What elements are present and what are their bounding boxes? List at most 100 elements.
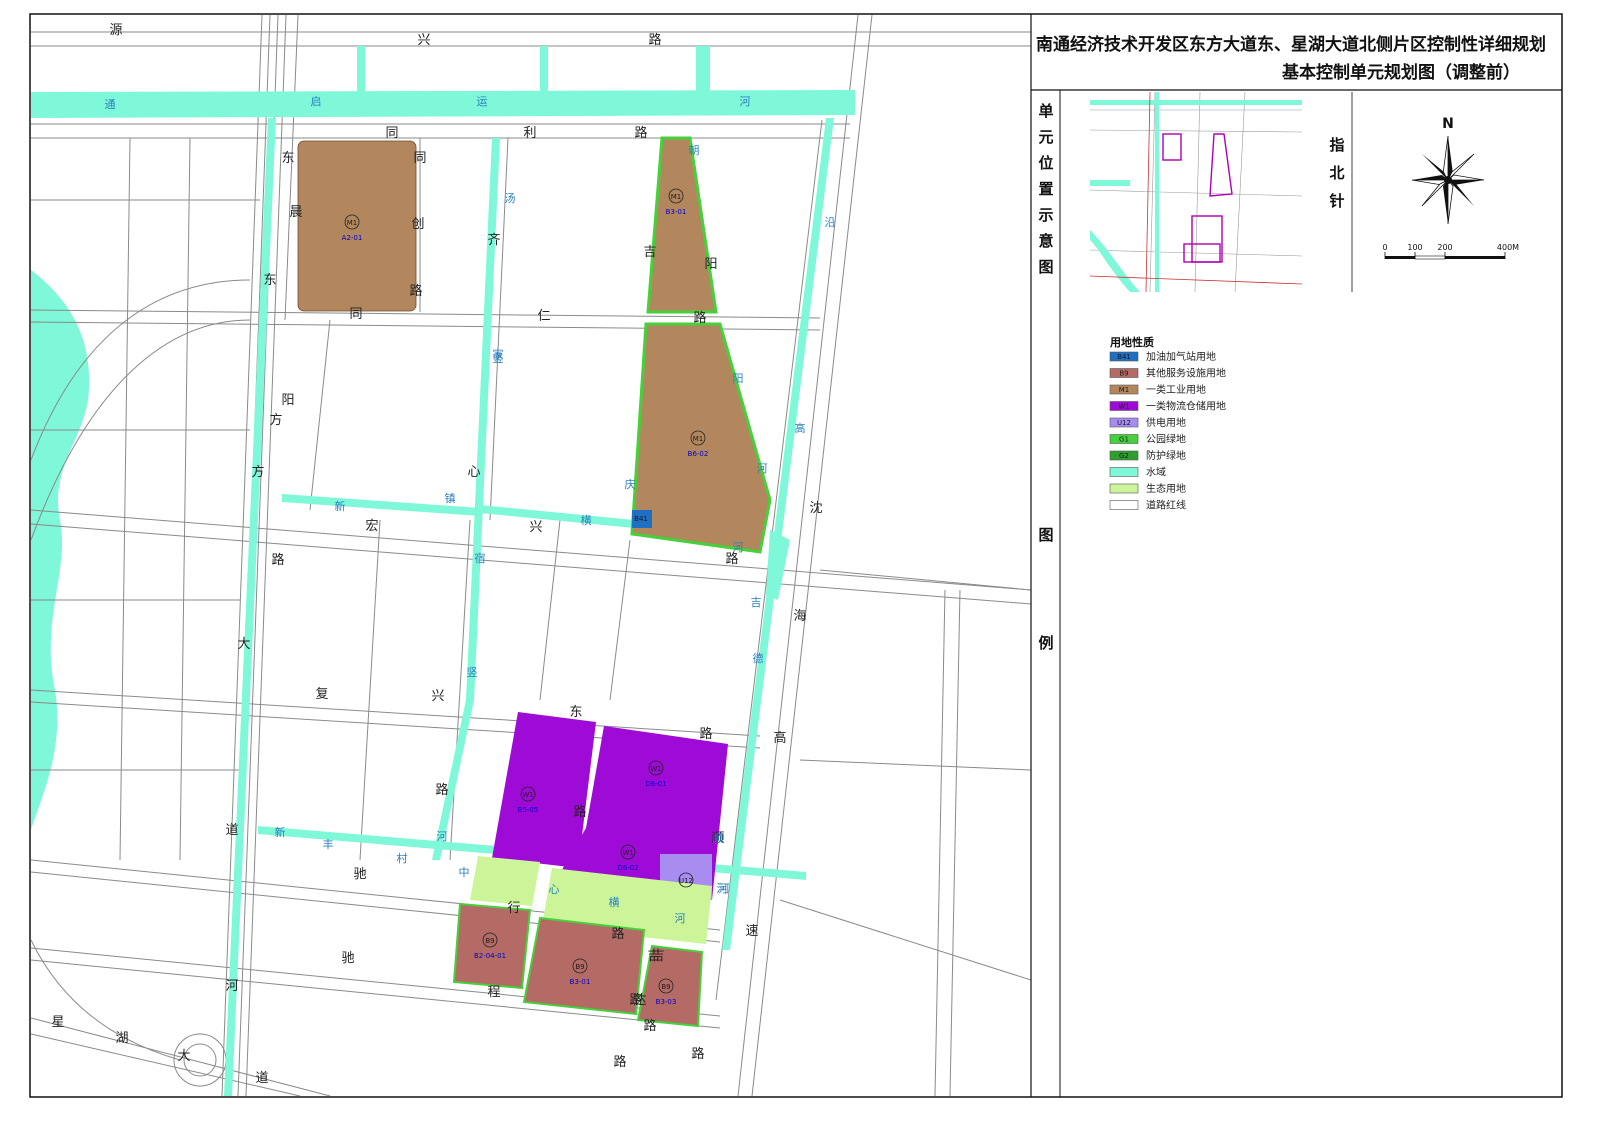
road-label-char: 路: [691, 1046, 704, 1062]
road-label-char: 仁: [537, 309, 550, 324]
river-label-char: 新: [335, 499, 346, 513]
road-label-char: 晨: [289, 205, 302, 220]
legend-item-label: 道路红线: [1146, 499, 1186, 512]
river-label-char: 沿: [825, 216, 836, 229]
road-label-char: 路: [409, 283, 422, 299]
plot-code: M1: [671, 193, 682, 201]
river-label-char: 镇: [445, 491, 456, 505]
river-label-char: 河: [757, 462, 768, 475]
road-label-char: 路: [699, 726, 712, 742]
road-label-char: 东: [569, 705, 582, 720]
road-label-char: 湖: [115, 1031, 128, 1046]
road-label-char: 齐: [487, 232, 500, 248]
location-label-char: 元: [1038, 128, 1053, 146]
road-label-char: 方: [251, 464, 264, 480]
compass-label-char: 北: [1329, 164, 1344, 182]
road-label-char: 道: [255, 1071, 268, 1086]
map-title: 南通经济技术开发区东方大道东、星湖大道北侧片区控制性详细规划: [1036, 34, 1546, 55]
legend-item-label: 一类工业用地: [1146, 383, 1206, 396]
road-label-char: 大: [177, 1049, 190, 1064]
road-label-char: 路: [634, 125, 647, 141]
road-label-char: 海: [793, 609, 806, 624]
road-label-char: 方: [269, 412, 282, 428]
river-label-char: 河: [675, 912, 686, 925]
river-label-char: 横: [609, 895, 620, 909]
river-label-char: 启: [311, 95, 322, 108]
plot-code: U12: [679, 877, 693, 885]
road-label-char: 路: [643, 1018, 656, 1034]
legend-swatch: [1109, 483, 1139, 494]
river-label-char: 庆: [625, 477, 636, 491]
river-label-char: 宿: [475, 551, 486, 565]
plot-code: B9: [485, 937, 494, 945]
plot-code: W1: [522, 791, 533, 799]
road-label-char: 阳: [281, 393, 294, 408]
legend-item-label: 水域: [1146, 466, 1166, 479]
road-label-char: 同: [385, 126, 398, 141]
legend-title: 用地性质: [1110, 335, 1154, 349]
legend-label-char: 图: [1038, 526, 1053, 544]
road-label-char: 沈: [809, 501, 822, 516]
road-label-char: 心: [467, 465, 480, 480]
location-label-char: 单: [1038, 102, 1053, 120]
locator-inset: [1089, 91, 1303, 293]
location-label-char: 置: [1038, 180, 1053, 198]
legend-item-label: 加油加气站用地: [1146, 350, 1216, 363]
river-label-char: 高: [795, 421, 806, 435]
plot-id: B5-05: [518, 806, 539, 814]
plot-id: A2-01: [342, 234, 363, 242]
road-label-char: 星: [51, 1015, 64, 1030]
river-label-char: 朝: [689, 144, 700, 157]
road-label-char: 利: [523, 126, 536, 141]
road-label-char: 程: [487, 985, 500, 1000]
river-label-char: 河: [733, 541, 744, 554]
road-label-char: 同: [349, 307, 362, 322]
road-label-char: 大: [237, 637, 250, 652]
legend-swatch-code: U12: [1117, 419, 1131, 427]
river-label-char: 吉: [751, 596, 762, 609]
plot-id: B2-04-01: [474, 952, 506, 960]
legend-item-label: 防护绿地: [1146, 449, 1186, 462]
river-label-char: 德: [753, 651, 764, 665]
map-subtitle: 基本控制单元规划图（调整前）: [1281, 62, 1520, 83]
road-label-char: 吉: [651, 949, 664, 964]
compass-label: 指北针: [1329, 136, 1344, 210]
road-label-char: 兴: [529, 520, 542, 535]
road-label-char: 复: [315, 687, 328, 702]
road-label-char: 速: [745, 924, 758, 939]
road-label-char: 路: [693, 310, 706, 326]
road-label-char: 宏: [365, 519, 378, 534]
road-label-char: 路: [435, 782, 448, 798]
legend-item-label: 供电用地: [1146, 416, 1186, 429]
river-label-char: 河: [719, 882, 730, 895]
road-label-char: 兴: [417, 33, 430, 48]
plot-b2-04-01[interactable]: [452, 902, 532, 990]
road-label-char: 驰: [353, 867, 366, 882]
legend-item-label: 生态用地: [1146, 482, 1186, 495]
river-label-char: 运: [477, 95, 488, 108]
road-label-char: 高: [773, 730, 786, 746]
road-label-char: 路: [648, 32, 661, 48]
river-label-char: 村: [397, 851, 408, 865]
legend-swatch-code: G1: [1119, 436, 1129, 444]
road-label-char: 兴: [431, 689, 444, 704]
compass-label-char: 指: [1329, 136, 1344, 154]
scale-tick-0: 0: [1382, 243, 1387, 252]
location-label-char: 示: [1038, 206, 1053, 224]
plot-code: B9: [661, 983, 670, 991]
planning-map-sheet: M1 A2-01 M1 B3-01 M1 B6-02 B41 W1 B5-05 W1 D6-01 W1…: [29, 13, 1563, 1098]
plot-code: W1: [622, 849, 633, 857]
plot-id: D6-01: [645, 780, 666, 788]
road-label-char: 路: [573, 804, 586, 820]
scale-tick-400: 400M: [1497, 243, 1519, 252]
river-label-char: 新: [275, 825, 286, 839]
road-label-char: 河: [225, 979, 238, 994]
compass-label-char: 针: [1329, 192, 1344, 210]
north-letter: N: [1442, 116, 1454, 132]
river-label-char: 竖: [493, 352, 504, 365]
plot-code: M1: [693, 435, 704, 443]
river-label-char: 顺: [713, 832, 724, 845]
legend-swatch: [1109, 500, 1139, 510]
road-label-char: 同: [413, 151, 426, 166]
plot-id: D6-02: [617, 864, 638, 872]
